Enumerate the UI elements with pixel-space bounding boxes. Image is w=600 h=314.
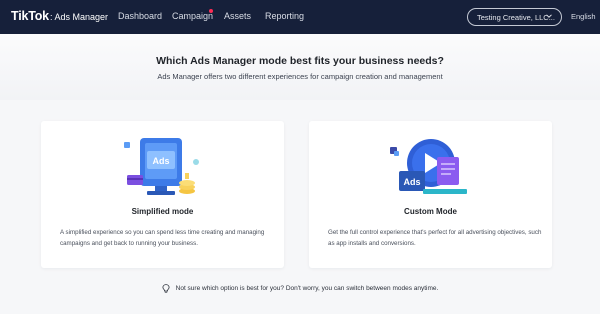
coin-slot [185,173,189,179]
account-selector-value: Testing Creative, LLC... [477,12,555,22]
simplified-mode-illustration: Ads [124,138,199,195]
simplified-mode-card[interactable]: Ads Simplified mode A simplified experie… [41,121,284,268]
doc-line [441,163,455,165]
brand-separator: : [49,12,53,22]
cube-shape [394,151,399,156]
tiktok-wordmark: TikTok [11,9,49,23]
custom-mode-illustration: Ads [390,139,467,194]
nav-campaign-label: Campaign [172,11,214,21]
simplified-ads-badge: Ads [152,156,169,166]
monitor-base [147,191,175,195]
doc-line [441,173,451,175]
campaign-notification-dot [208,8,214,14]
brand-product-name: Ads Manager [54,12,108,22]
page-title: Which Ads Manager mode best fits your bu… [156,55,444,67]
cube-shape [124,142,130,148]
credit-card-stripe [127,178,143,180]
nav-campaign[interactable]: Campaign [172,8,214,21]
custom-mode-card[interactable]: Ads Custom Mode Get the full control exp… [309,121,552,268]
nav-reporting[interactable]: Reporting [265,11,304,21]
coin-shape [179,180,195,186]
nav-assets[interactable]: Assets [224,11,251,21]
doc-line [441,168,455,170]
dot-shape [193,159,199,165]
monitor-stand [155,186,167,191]
page-subtitle: Ads Manager offers two different experie… [157,72,443,81]
simplified-mode-description: A simplified experience so you can spend… [60,229,265,247]
nav-dashboard[interactable]: Dashboard [118,11,162,21]
account-selector[interactable]: Testing Creative, LLC... [467,8,562,26]
custom-mode-description: Get the full control experience that's p… [328,229,542,247]
base-bar [423,189,467,194]
top-nav-bar: TikTok : Ads Manager Dashboard Campaign … [0,0,600,34]
simplified-mode-title: Simplified mode [131,207,194,216]
mode-switch-note-text: Not sure which option is best for you? D… [175,285,439,292]
lightbulb-icon [162,284,170,293]
mode-switch-note: Not sure which option is best for you? D… [0,284,600,293]
hero-banner [0,34,600,100]
brand-logo[interactable]: TikTok : Ads Manager [11,9,108,23]
language-selector[interactable]: English [571,12,596,21]
custom-mode-title: Custom Mode [404,207,457,216]
custom-ads-badge: Ads [403,177,420,187]
chevron-down-icon [546,14,552,18]
document-shape [437,157,459,185]
